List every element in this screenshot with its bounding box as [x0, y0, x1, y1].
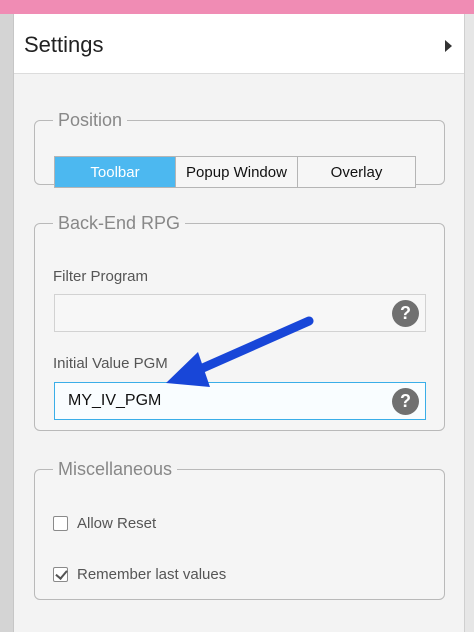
initial-value-pgm-field[interactable]: MY_IV_PGM ?: [54, 382, 426, 420]
panel-header: Settings: [14, 14, 464, 74]
chevron-right-icon[interactable]: [445, 40, 452, 52]
backend-rpg-legend: Back-End RPG: [58, 213, 181, 233]
position-option-popup-window[interactable]: Popup Window: [176, 157, 298, 187]
panel-title: Settings: [24, 32, 104, 57]
right-background-strip: [464, 14, 474, 632]
left-background-strip: [0, 14, 14, 632]
question-circle-icon[interactable]: ?: [392, 300, 419, 327]
miscellaneous-group: Miscellaneous Allow Reset Remember last …: [34, 459, 445, 600]
position-option-toolbar[interactable]: Toolbar: [55, 157, 176, 187]
position-legend: Position: [58, 110, 123, 130]
allow-reset-checkbox[interactable]: [53, 516, 68, 531]
position-segmented-control: Toolbar Popup Window Overlay: [54, 156, 416, 188]
filter-program-field[interactable]: ?: [54, 294, 426, 332]
position-option-overlay[interactable]: Overlay: [298, 157, 415, 187]
miscellaneous-legend: Miscellaneous: [58, 459, 173, 479]
remember-last-values-checkbox[interactable]: [53, 567, 68, 582]
filter-program-label: Filter Program: [53, 268, 149, 285]
top-accent-bar: [0, 0, 474, 14]
allow-reset-row[interactable]: Allow Reset: [53, 515, 156, 532]
initial-value-pgm-label: Initial Value PGM: [53, 355, 168, 372]
question-circle-icon[interactable]: ?: [392, 388, 419, 415]
backend-rpg-group: Back-End RPG Filter Program ? Initial Va…: [34, 213, 445, 431]
remember-last-values-row[interactable]: Remember last values: [53, 566, 226, 583]
initial-value-pgm-value: MY_IV_PGM: [68, 392, 162, 409]
position-group: Position Toolbar Popup Window Overlay: [34, 110, 445, 188]
settings-panel: Settings Position Toolbar Popup Window O…: [14, 14, 464, 632]
allow-reset-label: Allow Reset: [77, 515, 157, 532]
remember-last-values-label: Remember last values: [77, 566, 227, 583]
